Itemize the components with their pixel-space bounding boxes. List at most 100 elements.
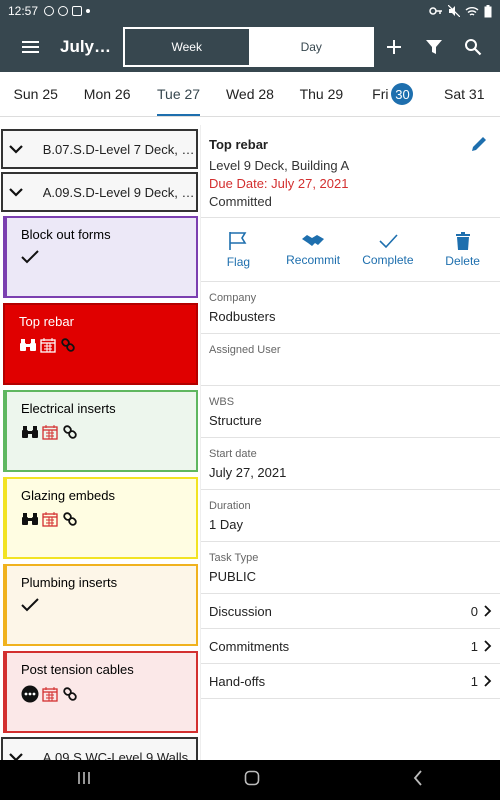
link-icon [63, 687, 77, 701]
group-header[interactable]: B.07.S.D-Level 7 Deck, Building B [1, 129, 198, 169]
week-view-button[interactable]: Week [124, 28, 250, 66]
system-nav-bar [0, 760, 500, 800]
detail-title: Top rebar [209, 137, 268, 152]
complete-button[interactable]: Complete [351, 218, 426, 281]
task-title: Post tension cables [21, 662, 134, 677]
discussion-row[interactable]: Discussion 0 [201, 594, 500, 629]
minus-circle-icon [58, 6, 69, 16]
trash-icon [455, 231, 470, 250]
day-wed[interactable]: Wed 28 [214, 72, 285, 116]
home-button[interactable] [244, 770, 260, 791]
day-label: Sun 25 [13, 86, 58, 102]
app-bar: July… Week Day [0, 22, 500, 72]
binoculars-icon [20, 339, 36, 351]
handoffs-row[interactable]: Hand-offs 1 [201, 664, 500, 699]
row-count: 0 [470, 603, 478, 619]
field-label: Task Type [209, 552, 259, 564]
task-card[interactable]: Plumbing inserts [3, 564, 198, 646]
calendar-icon [42, 425, 58, 440]
assigned-user-field[interactable]: Assigned User [201, 334, 500, 386]
field-label: Company [209, 292, 257, 304]
recents-button[interactable] [76, 770, 92, 791]
action-bar: Flag Recommit Complete Delete [201, 218, 500, 282]
handshake-icon [302, 234, 325, 246]
recommit-label: Recommit [286, 252, 341, 267]
field-label: WBS [209, 396, 235, 408]
day-sat[interactable]: Sat 31 [429, 72, 500, 116]
task-card[interactable]: Block out forms [3, 216, 198, 298]
chevron-down-icon [9, 187, 23, 197]
chevron-right-icon [484, 640, 492, 652]
dnd-icon [44, 6, 55, 16]
link-icon [63, 425, 77, 439]
status-system-icons [429, 4, 492, 18]
day-label: Wed 28 [225, 86, 274, 102]
day-fri-today[interactable]: Fri 30 [357, 72, 428, 116]
check-icon [379, 233, 398, 248]
task-type-field: Task Type PUBLIC [201, 542, 500, 594]
check-icon [21, 598, 39, 612]
calendar-icon [42, 512, 58, 527]
view-toggle: Week Day [123, 27, 374, 67]
day-sun[interactable]: Sun 25 [0, 72, 71, 116]
task-title: Glazing embeds [21, 488, 115, 503]
flag-button[interactable]: Flag [201, 218, 276, 281]
calendar-icon [40, 338, 56, 353]
group-header[interactable]: A.09.S.WC-Level 9 Walls [1, 737, 198, 760]
filter-button[interactable] [421, 34, 447, 60]
binoculars-icon [22, 513, 38, 525]
group-title: A.09.S.D-Level 9 Deck, Building A [42, 184, 196, 200]
day-thu[interactable]: Thu 29 [286, 72, 357, 116]
task-card[interactable]: Electrical inserts [3, 390, 198, 472]
detail-status: Committed [209, 194, 272, 209]
more-icon [21, 685, 39, 703]
delete-label: Delete [445, 253, 480, 268]
month-title[interactable]: July… [60, 37, 122, 57]
today-badge: 30 [391, 83, 414, 105]
day-label: Mon 26 [83, 86, 131, 102]
binoculars-icon [22, 426, 38, 438]
commitments-row[interactable]: Commitments 1 [201, 629, 500, 664]
group-title: B.07.S.D-Level 7 Deck, Building B [42, 141, 196, 157]
detail-location: Level 9 Deck, Building A [209, 158, 350, 173]
day-label: Tue 27 [157, 86, 201, 102]
app-root: 12:57 July… Week Day Sun 25 Mon 26 Tue 2… [0, 0, 500, 800]
wbs-field: WBS Structure [201, 386, 500, 438]
edit-button[interactable] [470, 135, 488, 158]
field-label: Duration [209, 500, 251, 512]
recommit-button[interactable]: Recommit [276, 218, 351, 281]
day-label: Fri [372, 86, 389, 102]
link-icon [61, 338, 75, 352]
plus-icon [387, 40, 401, 54]
day-mon[interactable]: Mon 26 [71, 72, 142, 116]
day-view-button[interactable]: Day [249, 28, 373, 66]
task-title: Top rebar [19, 314, 74, 329]
duration-field: Duration 1 Day [201, 490, 500, 542]
day-tue-selected[interactable]: Tue 27 [143, 72, 214, 116]
status-notification-icons [44, 6, 91, 16]
wifi-icon [465, 6, 479, 16]
delete-button[interactable]: Delete [425, 218, 500, 281]
task-card[interactable]: Post tension cables [3, 651, 198, 733]
home-icon [244, 770, 260, 785]
field-value: 1 Day [209, 517, 243, 532]
row-label: Discussion [209, 603, 272, 619]
row-count: 1 [470, 638, 478, 654]
menu-button[interactable] [0, 22, 60, 72]
search-button[interactable] [460, 34, 486, 60]
pencil-icon [472, 137, 486, 151]
field-value: Structure [209, 413, 262, 428]
back-button[interactable] [412, 769, 424, 791]
row-count: 1 [470, 673, 478, 689]
field-value: PUBLIC [209, 569, 256, 584]
link-icon [63, 512, 77, 526]
field-label: Start date [209, 448, 257, 460]
row-label: Hand-offs [209, 673, 266, 689]
add-button[interactable] [381, 34, 407, 60]
battery-icon [484, 4, 492, 17]
task-card-selected[interactable]: Top rebar [3, 303, 198, 385]
field-value: July 27, 2021 [209, 465, 287, 480]
row-label: Commitments [209, 638, 290, 654]
task-card[interactable]: Glazing embeds [3, 477, 198, 559]
group-header[interactable]: A.09.S.D-Level 9 Deck, Building A [1, 172, 198, 212]
